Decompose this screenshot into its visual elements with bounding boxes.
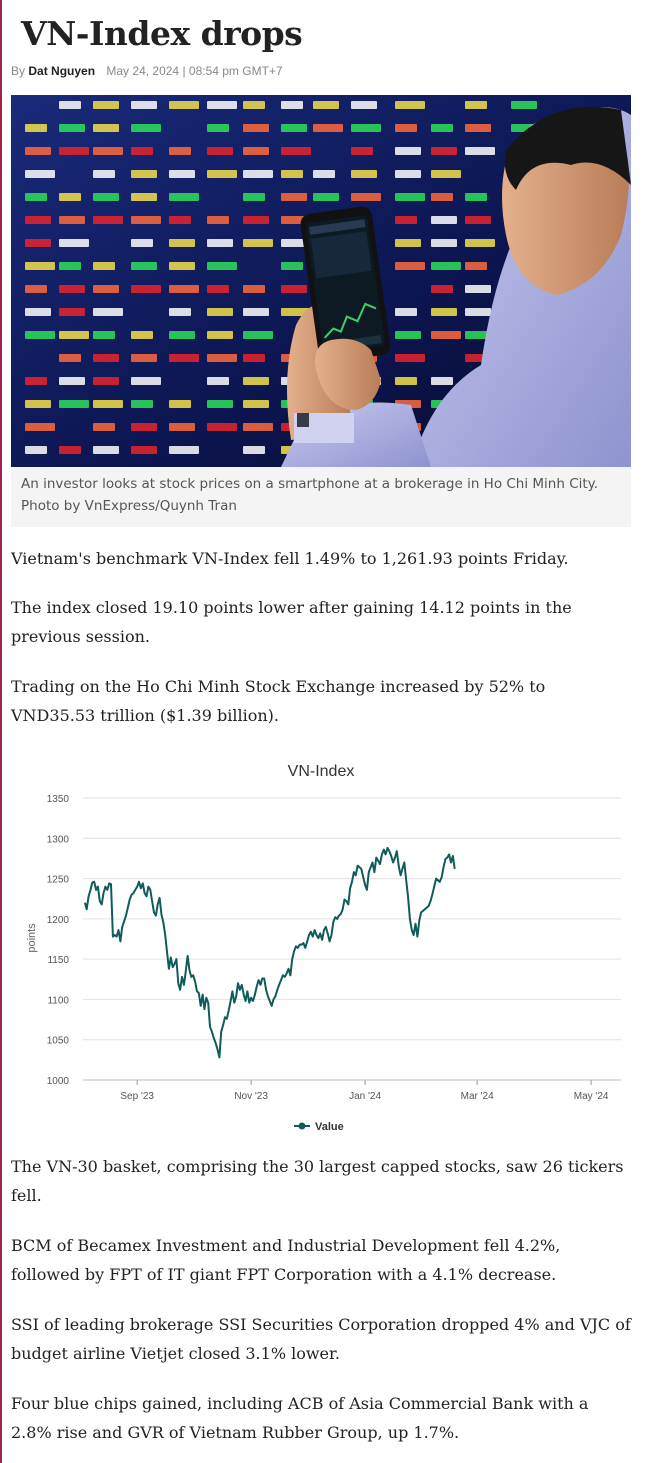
byline: By Dat Nguyen May 24, 2024 | 08:54 pm GM… (11, 64, 283, 78)
article-title: VN-Index drops (21, 14, 303, 53)
article-paragraph: Vietnam's benchmark VN-Index fell 1.49% … (11, 549, 569, 568)
brand-accent-rule (0, 0, 2, 1463)
y-tick-label: 1150 (47, 955, 69, 966)
x-tick-label: Sep '23 (120, 1091, 154, 1102)
author-link[interactable]: Dat Nguyen (28, 64, 95, 78)
stock-board-photo (11, 95, 631, 467)
legend-marker-icon (298, 1122, 306, 1130)
chart-canvas: VN-Index points 1000 1050 1100 1150 1200 1250… (26, 763, 621, 1133)
article-paragraph: Four blue chips gained, including ACB of… (11, 1394, 589, 1442)
x-tick-label: May '24 (574, 1091, 609, 1102)
x-tick-label: Mar '24 (461, 1091, 494, 1102)
y-tick-label: 1200 (47, 915, 70, 926)
y-tick-label: 1100 (47, 995, 69, 1006)
article-paragraph: BCM of Becamex Investment and Industrial… (11, 1236, 561, 1284)
article-paragraph: Trading on the Ho Chi Minh Stock Exchang… (11, 677, 546, 725)
vn-index-chart: VN-Index points 1000 1050 1100 1150 1200 1250… (11, 748, 631, 1143)
y-tick-label: 1250 (47, 875, 70, 886)
x-tick-label: Jan '24 (349, 1091, 381, 1102)
y-tick-label: 1050 (47, 1036, 70, 1047)
chart-y-axis-label: points (26, 923, 38, 953)
y-tick-label: 1000 (47, 1076, 70, 1087)
article-photo (11, 95, 631, 467)
y-tick-label: 1350 (47, 794, 70, 805)
chart-series-line (83, 847, 456, 1059)
article-paragraph: SSI of leading brokerage SSI Securities … (11, 1315, 631, 1363)
x-tick-label: Nov '23 (234, 1091, 268, 1102)
photo-caption: An investor looks at stock prices on a s… (11, 467, 631, 527)
chart-title: VN-Index (288, 763, 355, 780)
publish-date: May 24, 2024 | 08:54 pm GMT+7 (106, 64, 283, 78)
y-tick-label: 1300 (47, 834, 70, 845)
article-paragraph: The VN-30 basket, comprising the 30 larg… (11, 1157, 624, 1205)
byline-prefix: By (11, 64, 26, 78)
legend-label: Value (315, 1121, 344, 1133)
article-paragraph: The index closed 19.10 points lower afte… (11, 598, 572, 646)
chart-legend[interactable]: Value (294, 1121, 344, 1133)
